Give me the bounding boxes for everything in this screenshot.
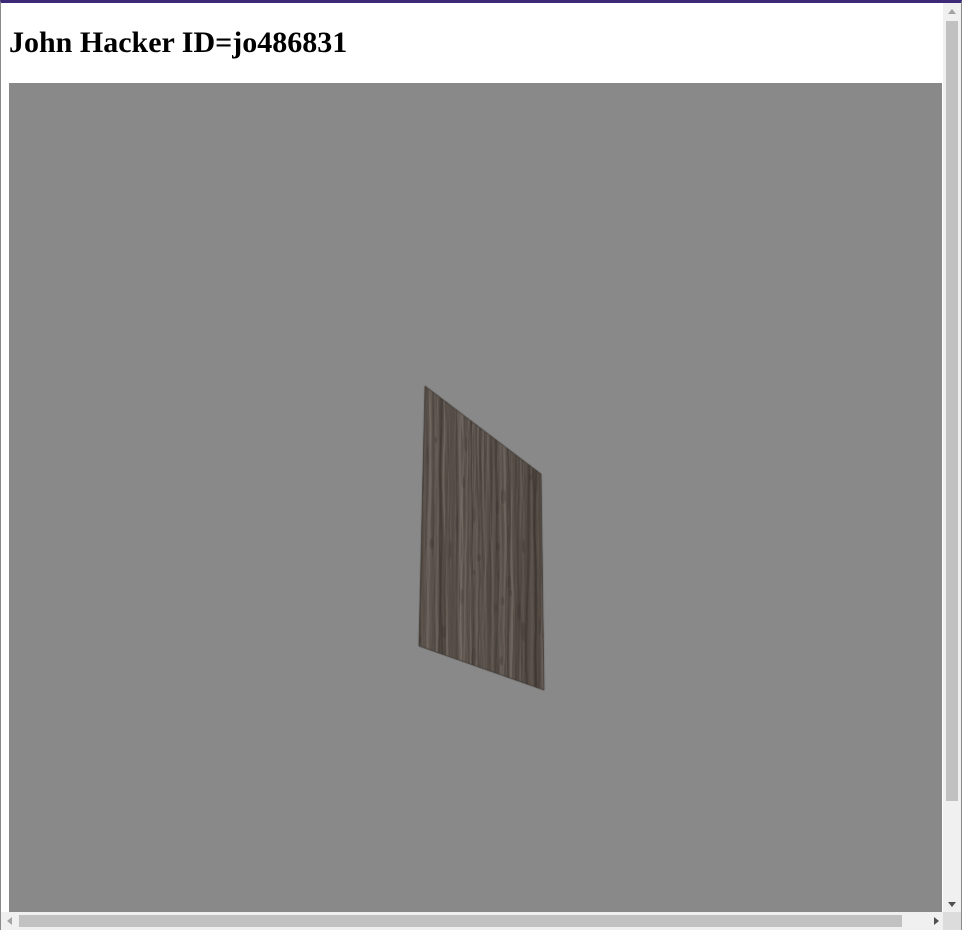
scroll-down-button[interactable] xyxy=(943,896,961,913)
page-heading: John Hacker ID=jo486831 xyxy=(9,26,348,59)
arrow-right-icon xyxy=(934,917,939,925)
horizontal-scrollbar[interactable] xyxy=(1,912,945,930)
vertical-scrollbar[interactable] xyxy=(943,3,961,913)
scrollbar-corner xyxy=(943,912,961,930)
arrow-up-icon xyxy=(948,9,956,14)
arrow-down-icon xyxy=(948,902,956,907)
3d-scene-canvas[interactable] xyxy=(9,83,942,913)
webgl-viewport[interactable] xyxy=(9,83,942,913)
browser-window: John Hacker ID=jo486831 xyxy=(0,0,962,930)
horizontal-scroll-thumb[interactable] xyxy=(19,915,902,927)
arrow-left-icon xyxy=(7,917,12,925)
vertical-scroll-thumb[interactable] xyxy=(946,21,958,801)
scroll-left-button[interactable] xyxy=(1,912,18,930)
scroll-up-button[interactable] xyxy=(943,3,961,20)
